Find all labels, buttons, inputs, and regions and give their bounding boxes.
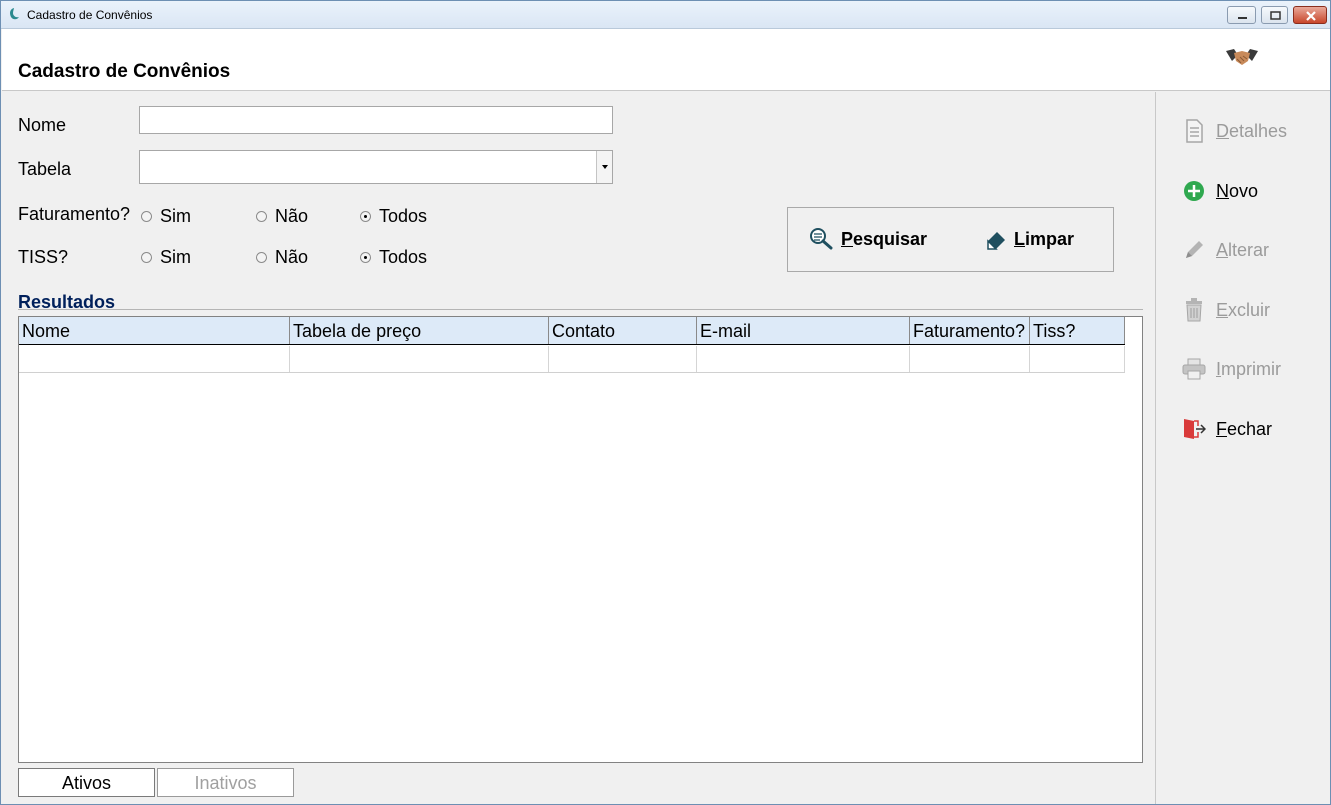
plus-circle-icon — [1182, 179, 1206, 203]
restore-icon — [1262, 7, 1287, 23]
faturamento-label: Faturamento? — [18, 204, 131, 224]
grid-header: Nome Tabela de preço Contato E-mail Fatu… — [19, 317, 1125, 345]
tiss-label: TISS? — [18, 247, 69, 267]
radio-label: Não — [275, 247, 309, 267]
table-row[interactable] — [19, 346, 1125, 373]
table-cell[interactable] — [549, 346, 697, 372]
radio-dot-selected[interactable] — [360, 211, 371, 222]
tabela-select[interactable] — [139, 150, 613, 184]
detalhes-accel: D — [1216, 120, 1229, 141]
imprimir-button[interactable]: Imprimir — [1182, 357, 1281, 381]
document-icon — [1182, 119, 1206, 143]
window-title: Cadastro de Convênios — [27, 8, 153, 22]
column-header-nome[interactable]: Nome — [19, 317, 290, 344]
handshake-icon — [1226, 49, 1258, 65]
column-header-contato[interactable]: Contato — [549, 317, 697, 344]
fechar-label: echar — [1227, 418, 1273, 439]
close-icon — [1294, 7, 1326, 23]
imprimir-label: mprimir — [1221, 358, 1282, 379]
radio-label: Sim — [160, 206, 191, 226]
exit-door-icon — [1182, 417, 1206, 441]
table-cell[interactable] — [290, 346, 549, 372]
divider — [18, 309, 1143, 310]
table-cell[interactable] — [1030, 346, 1125, 372]
magnifier-icon — [810, 228, 833, 250]
tiss-radio-nao[interactable]: Não — [256, 247, 308, 268]
pesquisar-button[interactable]: Pesquisar — [809, 227, 927, 251]
radio-dot-selected[interactable] — [360, 252, 371, 263]
chevron-down-icon[interactable] — [596, 151, 612, 183]
detalhes-label: etalhes — [1229, 120, 1288, 141]
fechar-accel: F — [1216, 418, 1227, 439]
fechar-button[interactable]: Fechar — [1182, 417, 1272, 441]
radio-label: Sim — [160, 247, 191, 267]
column-header-email[interactable]: E-mail — [697, 317, 910, 344]
maximize-button[interactable] — [1261, 6, 1288, 24]
radio-dot[interactable] — [256, 252, 267, 263]
page-header: Cadastro de Convênios — [2, 29, 1330, 91]
table-cell[interactable] — [910, 346, 1030, 372]
app-logo-icon — [10, 8, 19, 20]
close-button[interactable] — [1293, 6, 1327, 24]
radio-dot[interactable] — [141, 211, 152, 222]
column-header-tabela[interactable]: Tabela de preço — [290, 317, 549, 344]
minimize-button[interactable] — [1227, 6, 1256, 24]
eraser-icon — [987, 232, 1005, 250]
radio-dot[interactable] — [141, 252, 152, 263]
faturamento-radio-sim[interactable]: Sim — [141, 206, 191, 227]
excluir-button[interactable]: Excluir — [1182, 298, 1270, 322]
alterar-button[interactable]: Alterar — [1182, 238, 1269, 262]
app-window: Cadastro de Convênios Cadastro de Convên… — [0, 0, 1331, 805]
column-header-tiss[interactable]: Tiss? — [1030, 317, 1125, 344]
minimize-icon — [1228, 7, 1255, 23]
radio-label: Todos — [379, 206, 428, 226]
printer-icon — [1182, 357, 1206, 381]
tiss-radio-sim[interactable]: Sim — [141, 247, 191, 268]
tiss-radio-todos[interactable]: Todos — [360, 247, 427, 268]
limpar-button[interactable]: Limpar — [984, 227, 1074, 251]
action-sidebar: Detalhes Novo Alterar Excluir Imprimir F… — [1155, 92, 1330, 804]
pencil-icon — [1182, 238, 1206, 262]
nome-label: Nome — [18, 115, 67, 135]
limpar-label: impar — [1025, 228, 1075, 249]
faturamento-radio-todos[interactable]: Todos — [360, 206, 427, 227]
radio-dot[interactable] — [256, 211, 267, 222]
tab-ativos[interactable]: Ativos — [18, 768, 155, 797]
results-grid[interactable]: Nome Tabela de preço Contato E-mail Fatu… — [18, 316, 1143, 763]
faturamento-radio-nao[interactable]: Não — [256, 206, 308, 227]
excluir-accel: E — [1216, 299, 1229, 320]
table-cell[interactable] — [697, 346, 910, 372]
radio-label: Todos — [379, 247, 428, 267]
novo-accel: N — [1216, 180, 1229, 201]
pesquisar-accel: P — [841, 228, 854, 249]
tab-inativos[interactable]: Inativos — [157, 768, 294, 797]
alterar-label: lterar — [1228, 239, 1270, 260]
column-header-faturamento[interactable]: Faturamento? — [910, 317, 1030, 344]
excluir-label: xcluir — [1228, 299, 1271, 320]
novo-label: ovo — [1229, 180, 1259, 201]
novo-button[interactable]: Novo — [1182, 179, 1258, 203]
tabela-label: Tabela — [18, 159, 72, 179]
pesquisar-label: esquisar — [853, 228, 928, 249]
page-title: Cadastro de Convênios — [18, 61, 231, 82]
trash-icon — [1182, 298, 1206, 322]
detalhes-button[interactable]: Detalhes — [1182, 119, 1287, 143]
title-bar[interactable]: Cadastro de Convênios — [1, 1, 1330, 29]
table-cell[interactable] — [19, 346, 290, 372]
nome-input[interactable] — [139, 106, 613, 134]
radio-label: Não — [275, 206, 309, 226]
limpar-accel: L — [1014, 228, 1025, 249]
alterar-accel: A — [1216, 239, 1229, 260]
